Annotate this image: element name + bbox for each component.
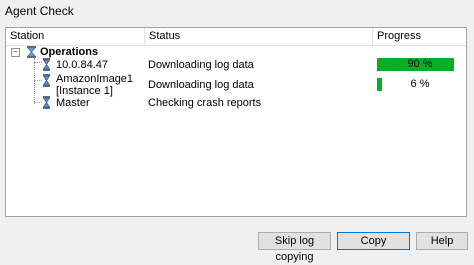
list-header: Station Status Progress (6, 28, 466, 46)
copy-button[interactable]: Copy (337, 232, 410, 250)
table-row[interactable]: Master Checking crash reports (6, 96, 466, 110)
hourglass-icon (27, 46, 36, 58)
tree-group-row[interactable]: − Operations (6, 45, 466, 59)
station-status-icon (42, 96, 51, 109)
progress-label: 6 % (410, 78, 430, 90)
column-header-progress[interactable]: Progress (373, 28, 466, 45)
status-text: Checking crash reports (148, 97, 262, 109)
group-label: Operations (40, 46, 99, 58)
station-status-icon (42, 74, 51, 87)
status-text: Downloading log data (148, 59, 254, 71)
station-name-line: AmazonImage1 (56, 73, 134, 85)
progress-bar: 90 % (377, 58, 463, 71)
skip-log-copying-button[interactable]: Skip log copying (258, 232, 331, 263)
status-text: Downloading log data (148, 79, 254, 91)
help-button[interactable]: Help (416, 232, 468, 250)
table-row[interactable]: 10.0.84.47 Downloading log data 90 % (6, 58, 466, 72)
station-status-icon (42, 58, 51, 71)
progress-label: 90 % (407, 58, 433, 70)
column-header-station[interactable]: Station (6, 28, 145, 45)
collapse-toggle[interactable]: − (11, 48, 20, 57)
agent-list[interactable]: Station Status Progress − Operations 10.… (5, 27, 467, 217)
column-header-status[interactable]: Status (145, 28, 373, 45)
window-title: Agent Check (5, 4, 74, 18)
station-name: AmazonImage1 [Instance 1] (56, 73, 133, 97)
progress-bar: 6 % (377, 78, 463, 91)
table-row[interactable]: AmazonImage1 [Instance 1] Downloading lo… (6, 73, 466, 97)
station-name: 10.0.84.47 (56, 59, 108, 71)
station-name: Master (56, 97, 90, 109)
